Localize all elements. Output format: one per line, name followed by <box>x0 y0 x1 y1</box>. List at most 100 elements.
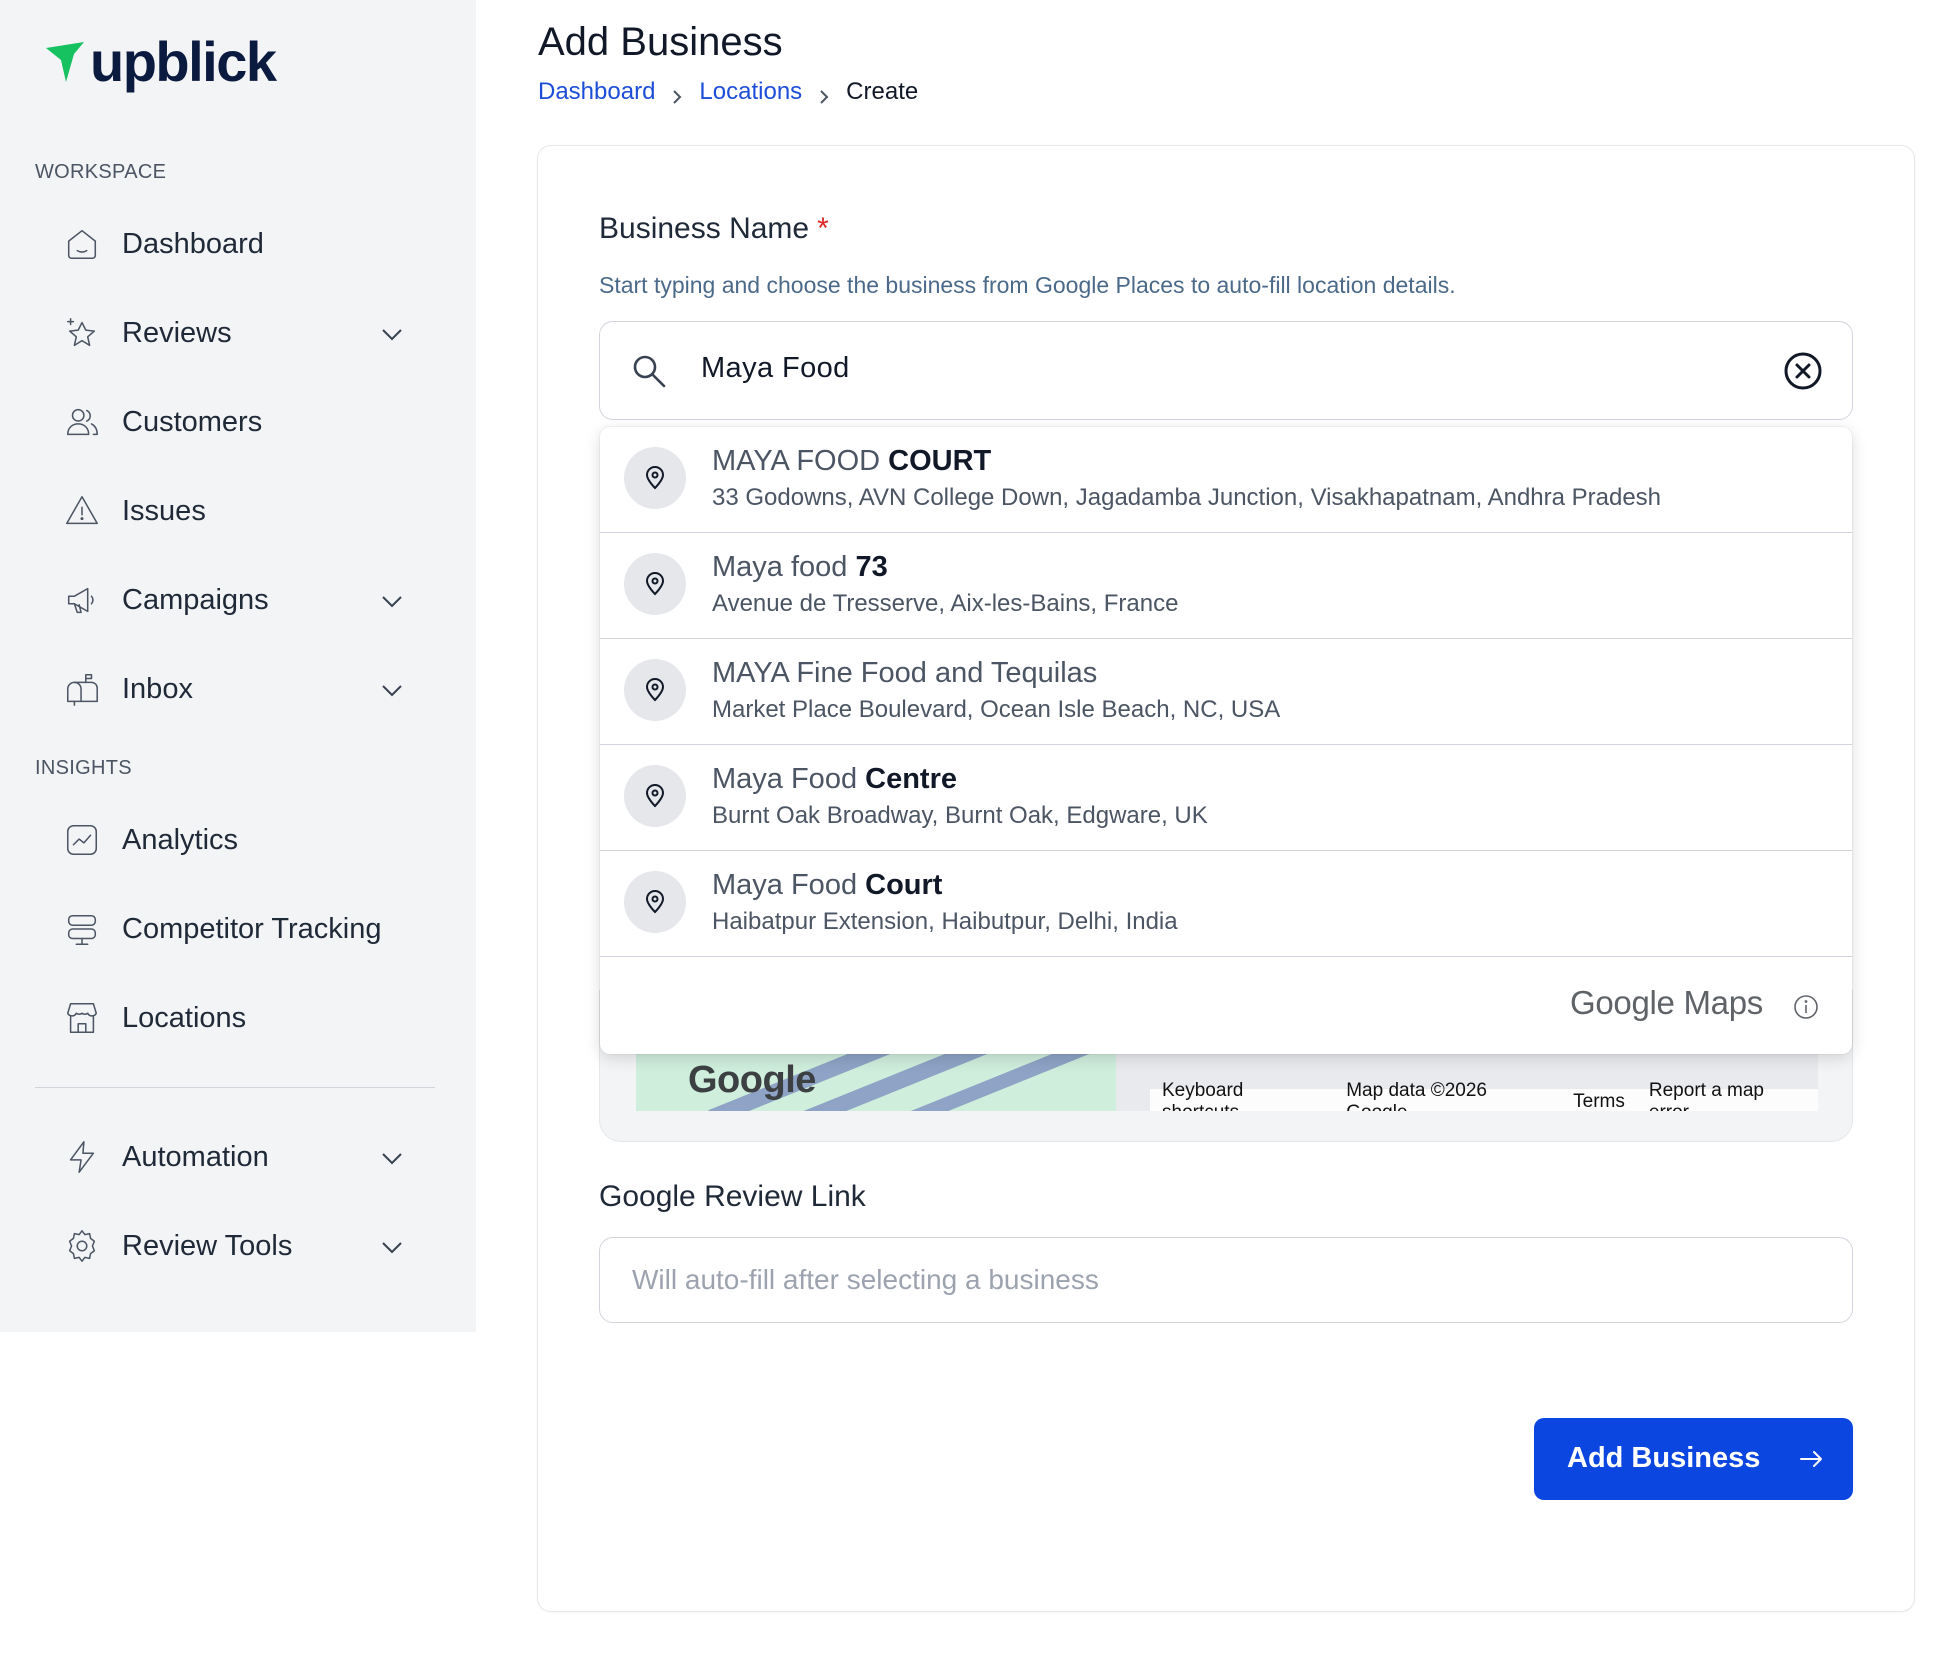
suggestion-title: Maya Food Centre <box>712 763 957 796</box>
map-attribution: Keyboard shortcuts Map data ©2026 Google… <box>1150 1080 1818 1111</box>
breadcrumb-dashboard-link[interactable]: Dashboard <box>538 78 655 106</box>
signpost-icon <box>62 909 102 949</box>
map-report-error-link[interactable]: Report a map error <box>1649 1080 1806 1111</box>
sidebar-item-dashboard[interactable]: Dashboard <box>34 210 424 278</box>
google-review-link-input[interactable] <box>632 1264 1812 1296</box>
suggestion-title-match: Maya food <box>712 551 848 583</box>
arrow-right-icon <box>1797 1445 1825 1473</box>
info-icon[interactable] <box>1792 993 1820 1021</box>
google-review-link-label: Google Review Link <box>599 1180 866 1213</box>
chevron-down-icon[interactable] <box>378 676 406 704</box>
suggestion-title-rest: Centre <box>857 763 957 795</box>
business-search-input[interactable] <box>701 352 1701 385</box>
suggestion-item[interactable]: MAYA Fine Food and Tequilas Market Place… <box>600 639 1852 745</box>
google-maps-logo-google: Google <box>1570 984 1675 1021</box>
add-business-button[interactable]: Add Business <box>1534 1418 1853 1500</box>
google-review-link-field[interactable] <box>599 1237 1853 1323</box>
chevron-down-icon[interactable] <box>378 1233 406 1261</box>
suggestion-item[interactable]: Maya food 73 Avenue de Tresserve, Aix-le… <box>600 533 1852 639</box>
add-business-button-label: Add Business <box>1567 1442 1761 1474</box>
location-pin-icon <box>624 553 686 615</box>
breadcrumb-locations-link[interactable]: Locations <box>699 78 802 106</box>
business-name-help: Start typing and choose the business fro… <box>599 272 1456 298</box>
google-maps-logo-maps: Maps <box>1674 984 1763 1021</box>
suggestion-address: Market Place Boulevard, Ocean Isle Beach… <box>712 696 1281 723</box>
breadcrumb: Dashboard Locations Create <box>538 78 918 106</box>
map-data-attribution: Map data ©2026 Google <box>1346 1080 1487 1111</box>
logo-mark-icon <box>46 42 84 82</box>
sidebar-item-inbox[interactable]: Inbox <box>34 655 424 723</box>
section-label-insights: INSIGHTS <box>35 757 132 779</box>
google-maps-logo: Google Maps <box>1570 984 1763 1022</box>
sidebar-item-label: Customers <box>122 405 263 438</box>
sidebar-item-label: Inbox <box>122 672 193 705</box>
suggestion-item[interactable]: Maya Food Centre Burnt Oak Broadway, Bur… <box>600 745 1852 851</box>
suggestion-address: 33 Godowns, AVN College Down, Jagadamba … <box>712 484 1662 511</box>
suggestion-title-match: Maya Food <box>712 763 858 795</box>
location-pin-icon <box>624 447 686 509</box>
sidebar-item-analytics[interactable]: Analytics <box>34 806 424 874</box>
map-keyboard-shortcuts-link[interactable]: Keyboard shortcuts <box>1162 1080 1322 1111</box>
clear-search-icon[interactable] <box>1782 350 1824 392</box>
sidebar-item-label: Dashboard <box>122 227 264 260</box>
chevron-right-icon <box>669 84 685 104</box>
suggestion-title: MAYA Fine Food and Tequilas <box>712 657 1097 690</box>
sidebar-item-label: Locations <box>122 1001 247 1034</box>
sidebar-item-campaigns[interactable]: Campaigns <box>34 566 424 634</box>
location-pin-icon <box>624 871 686 933</box>
suggestion-title-match: Maya Food <box>712 869 858 901</box>
location-pin-icon <box>624 765 686 827</box>
suggestion-item[interactable]: Maya Food Court Haibatpur Extension, Hai… <box>600 851 1852 957</box>
chart-icon <box>62 820 102 860</box>
sidebar-item-reviews[interactable]: Reviews <box>34 299 424 367</box>
suggestion-item[interactable]: MAYA FOOD COURT 33 Godowns, AVN College … <box>600 427 1852 533</box>
chevron-down-icon[interactable] <box>378 320 406 348</box>
star-sparkle-icon <box>62 313 102 353</box>
suggestion-title: Maya food 73 <box>712 551 888 584</box>
sidebar-divider <box>35 1087 435 1088</box>
mailbox-icon <box>62 669 102 709</box>
sidebar-item-label: Analytics <box>122 823 239 856</box>
required-mark: * <box>817 212 829 245</box>
location-pin-icon <box>624 659 686 721</box>
megaphone-icon <box>62 580 102 620</box>
sidebar-item-locations[interactable]: Locations <box>34 984 424 1052</box>
logo-text: upblick <box>90 30 277 93</box>
suggestion-title-rest: COURT <box>880 445 992 477</box>
sidebar-item-review-tools[interactable]: Review Tools <box>34 1212 424 1280</box>
upblick-logo[interactable]: upblick <box>44 30 277 93</box>
places-suggestions-dropdown: MAYA FOOD COURT 33 Godowns, AVN College … <box>600 427 1852 1054</box>
breadcrumb-current: Create <box>846 78 919 105</box>
business-search-field[interactable] <box>599 321 1853 420</box>
google-map-watermark: Google <box>688 1059 816 1101</box>
suggestion-title: Maya Food Court <box>712 869 942 902</box>
page-title: Add Business <box>538 20 783 64</box>
suggestion-address: Haibatpur Extension, Haibutpur, Delhi, I… <box>712 908 1178 935</box>
sidebar: upblick WORKSPACE Dashboard Reviews Cust… <box>0 0 476 1332</box>
store-icon <box>62 998 102 1038</box>
sidebar-item-issues[interactable]: Issues <box>34 477 424 545</box>
suggestion-address: Burnt Oak Broadway, Burnt Oak, Edgware, … <box>712 802 1208 829</box>
bolt-icon <box>62 1137 102 1177</box>
sidebar-item-label: Automation <box>122 1140 269 1173</box>
users-icon <box>62 402 102 442</box>
sidebar-item-label: Campaigns <box>122 583 269 616</box>
suggestion-address: Avenue de Tresserve, Aix-les-Bains, Fran… <box>712 590 1179 617</box>
business-name-label-text: Business Name <box>599 212 810 245</box>
dropdown-footer: Google Maps <box>600 957 1852 1054</box>
sidebar-item-customers[interactable]: Customers <box>34 388 424 456</box>
chevron-down-icon[interactable] <box>378 587 406 615</box>
search-icon <box>630 352 668 390</box>
suggestion-title-rest: Court <box>857 869 943 901</box>
suggestion-title-match: MAYA FOOD <box>712 445 881 477</box>
sidebar-item-label: Competitor Tracking <box>122 912 382 945</box>
map-terms-link[interactable]: Terms <box>1573 1091 1625 1111</box>
business-name-label: Business Name * <box>599 212 829 246</box>
warning-icon <box>62 491 102 531</box>
chevron-down-icon[interactable] <box>378 1144 406 1172</box>
sidebar-item-automation[interactable]: Automation <box>34 1123 424 1191</box>
sidebar-item-label: Reviews <box>122 316 232 349</box>
sidebar-item-competitor-tracking[interactable]: Competitor Tracking <box>34 895 424 963</box>
suggestion-title: MAYA FOOD COURT <box>712 445 991 478</box>
gear-icon <box>62 1226 102 1266</box>
